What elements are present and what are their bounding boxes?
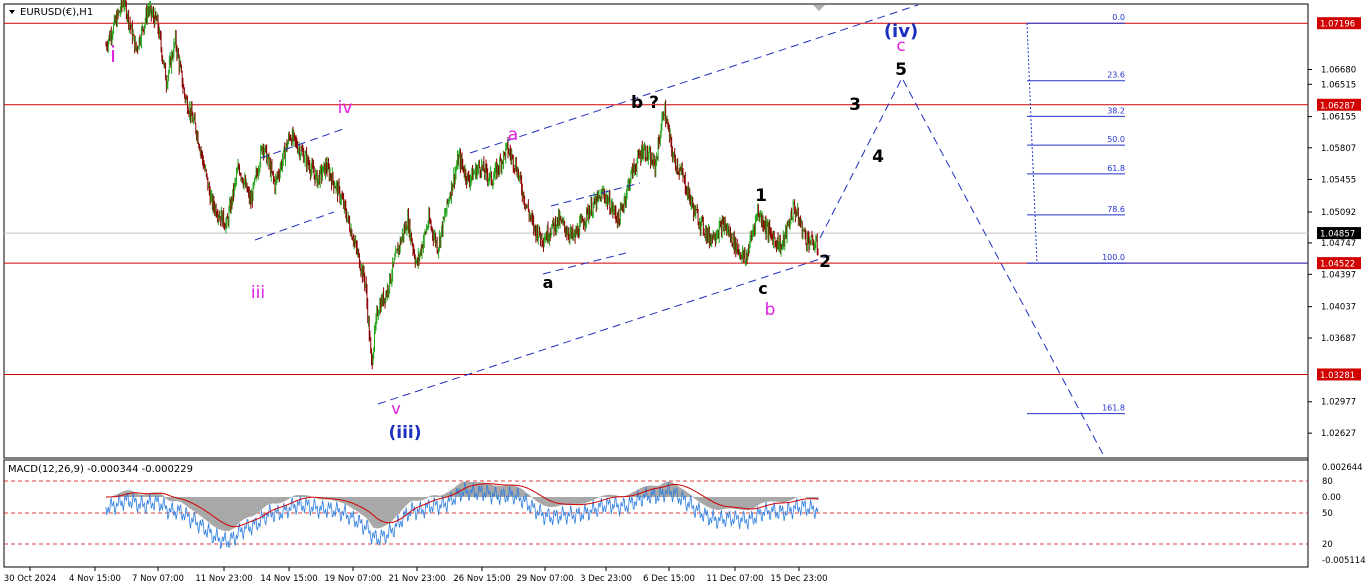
x-tick-label: 4 Nov 15:00 <box>69 574 121 584</box>
y-tick-label: 1.04747 <box>1321 239 1356 249</box>
fib-level-label: 0.0 <box>1112 13 1125 22</box>
wave-label: b ? <box>631 93 659 113</box>
level-price-label: 1.04522 <box>1320 260 1355 270</box>
wave-label: 5 <box>895 60 907 80</box>
macd-tick-label: 50 <box>1322 509 1333 519</box>
y-tick-label: 1.06515 <box>1321 80 1356 90</box>
wave-label: a <box>543 273 554 292</box>
fib-level-label: 23.6 <box>1107 71 1125 80</box>
fib-level-label: 100.0 <box>1102 253 1125 262</box>
wave-label: b <box>765 300 776 320</box>
fib-level-label: 50.0 <box>1107 135 1125 144</box>
y-tick-label: 1.05807 <box>1321 144 1356 154</box>
x-tick-label: 15 Dec 23:00 <box>770 574 827 584</box>
wave-label: (iii) <box>388 423 421 443</box>
wave-label: v <box>391 399 400 418</box>
macd-tick-label: 80 <box>1322 477 1333 487</box>
wave-label: c <box>758 279 767 298</box>
y-tick-label: 1.06155 <box>1321 113 1356 123</box>
macd-tick-label: 20 <box>1322 540 1333 550</box>
y-tick-label: 1.02627 <box>1321 429 1356 439</box>
y-tick-label: 1.02977 <box>1321 398 1356 408</box>
level-price-label: 1.06287 <box>1320 101 1355 111</box>
x-tick-label: 11 Nov 23:00 <box>195 574 252 584</box>
y-tick-label: 1.05455 <box>1321 175 1356 185</box>
symbol-label: EURUSD(€),H1 <box>20 7 93 18</box>
y-tick-label: 1.05092 <box>1321 208 1356 218</box>
level-price-label: 1.03281 <box>1320 371 1355 381</box>
macd-label: MACD(12,26,9) -0.000344 -0.000229 <box>8 464 193 475</box>
wave-label: 2 <box>819 252 831 272</box>
x-tick-label: 26 Nov 15:00 <box>453 574 510 584</box>
wave-label: i <box>110 43 116 68</box>
chart-canvas: 1.071961.062871.045221.03281 1.04857 0.0… <box>3 0 1366 584</box>
x-tick-label: 14 Nov 15:00 <box>260 574 317 584</box>
wave-label: 3 <box>849 95 861 115</box>
wave-label: c <box>896 36 905 56</box>
macd-tick-label: 0.002644 <box>1322 463 1363 473</box>
wave-label: 1 <box>755 186 767 206</box>
x-tick-label: 30 Oct 2024 <box>4 574 57 584</box>
y-tick-label: 1.03687 <box>1321 334 1356 344</box>
x-tick-label: 21 Nov 23:00 <box>388 574 445 584</box>
fib-level-label: 78.6 <box>1107 205 1125 214</box>
x-tick-label: 29 Nov 07:00 <box>516 574 573 584</box>
wave-label: a <box>508 125 518 145</box>
macd-tick-label: 0.00 <box>1322 493 1341 503</box>
x-tick-label: 7 Nov 07:00 <box>132 574 184 584</box>
wave-label: iii <box>251 283 265 303</box>
fib-level-label: 38.2 <box>1107 106 1125 115</box>
level-price-label: 1.07196 <box>1320 20 1355 30</box>
x-tick-label: 19 Nov 07:00 <box>324 574 381 584</box>
y-tick-label: 1.06680 <box>1321 65 1356 75</box>
y-tick-label: 1.04037 <box>1321 303 1356 313</box>
wave-label: 4 <box>872 147 884 167</box>
x-tick-label: 3 Dec 23:00 <box>580 574 632 584</box>
x-tick-label: 6 Dec 15:00 <box>643 574 695 584</box>
fib-level-label: 61.8 <box>1107 164 1125 173</box>
y-tick-label: 1.04397 <box>1321 270 1356 280</box>
wave-label: iv <box>338 98 353 118</box>
x-tick-label: 11 Dec 07:00 <box>706 574 763 584</box>
macd-tick-label: -0.005114 <box>1322 556 1366 566</box>
fib-level-label: 161.8 <box>1102 404 1125 413</box>
